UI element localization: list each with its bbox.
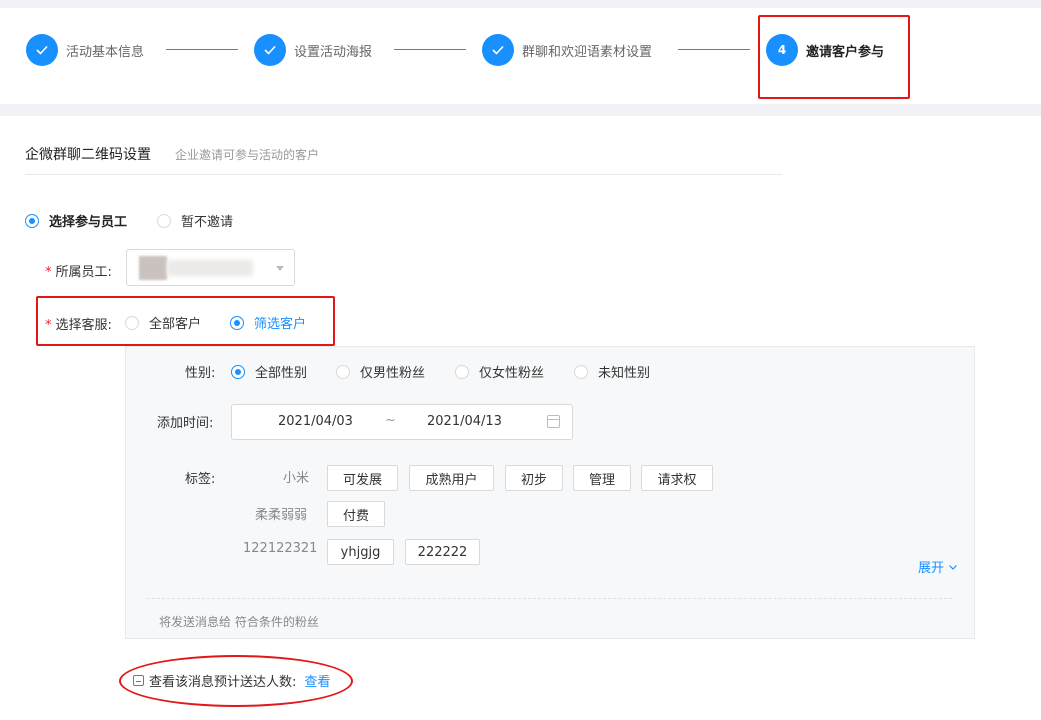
tag-item[interactable]: 可发展 (327, 465, 398, 491)
step-basic-info[interactable]: 活动基本信息 (26, 33, 144, 67)
section-subtitle: 企业邀请可参与活动的客户 (175, 148, 320, 162)
tag-item[interactable]: 付费 (327, 501, 385, 527)
staff-label-text: 所属员工: (55, 265, 112, 280)
highlight-box (36, 296, 335, 346)
add-time-label: 添加时间: (157, 416, 214, 431)
staff-name-blurred (167, 260, 253, 276)
radio-label: 全部性别 (255, 366, 308, 381)
radio-label: 暂不邀请 (181, 215, 234, 230)
tag-group-label: 小米 (283, 471, 310, 486)
gender-label: 性别: (185, 366, 216, 381)
divider (147, 598, 952, 599)
step-poster[interactable]: 设置活动海报 (254, 33, 372, 67)
section-title: 企微群聊二维码设置 (25, 147, 151, 163)
step-connector (166, 49, 238, 50)
tag-group-label: 柔柔弱弱 (255, 508, 308, 523)
radio-label: 未知性别 (598, 366, 651, 381)
expand-label: 展开 (918, 561, 945, 576)
radio-checked-icon (25, 213, 39, 228)
radio-checked-icon (231, 364, 245, 379)
staff-select[interactable] (126, 249, 295, 286)
step-label: 设置活动海报 (294, 44, 373, 60)
recipient-note: 将发送消息给 符合条件的粉丝 (159, 615, 319, 629)
highlight-box (758, 15, 910, 99)
date-range-picker[interactable]: 2021/04/03 ~ 2021/04/13 (231, 404, 573, 440)
radio-unchecked-icon (336, 364, 350, 379)
divider (25, 174, 782, 175)
filter-panel (125, 346, 975, 639)
check-icon (26, 34, 58, 66)
radio-gender-unknown[interactable]: 未知性别 (574, 362, 650, 381)
tag-item[interactable]: 请求权 (641, 465, 713, 491)
step-group-welcome[interactable]: 群聊和欢迎语素材设置 (482, 33, 652, 67)
radio-select-staff[interactable]: 选择参与员工 (25, 211, 127, 230)
tag-group-label: 122122321 (243, 541, 318, 556)
radio-unchecked-icon (157, 213, 171, 228)
calendar-icon (547, 415, 560, 428)
tag-item[interactable]: 222222 (405, 539, 480, 565)
chevron-down-icon (949, 564, 957, 570)
avatar (139, 256, 167, 280)
tag-item[interactable]: 成熟用户 (409, 465, 494, 491)
check-icon (254, 34, 286, 66)
tag-item[interactable]: 初步 (505, 465, 563, 491)
radio-gender-male[interactable]: 仅男性粉丝 (336, 362, 425, 381)
date-separator: ~ (385, 413, 396, 428)
date-start: 2021/04/03 (278, 414, 353, 429)
expand-link[interactable]: 展开 (918, 557, 958, 576)
radio-unchecked-icon (455, 364, 469, 379)
date-end: 2021/04/13 (427, 414, 502, 429)
radio-label: 仅女性粉丝 (479, 366, 545, 381)
step-label: 群聊和欢迎语素材设置 (522, 44, 653, 60)
step-connector (678, 49, 750, 50)
tags-label: 标签: (185, 472, 216, 487)
check-icon (482, 34, 514, 66)
highlight-ellipse (119, 655, 353, 707)
radio-label: 选择参与员工 (49, 215, 128, 230)
tag-item[interactable]: yhjgjg (327, 539, 394, 565)
radio-label: 仅男性粉丝 (360, 366, 426, 381)
staff-label: * 所属员工: (45, 261, 112, 280)
required-mark: * (45, 265, 52, 280)
step-connector (394, 49, 466, 50)
radio-gender-all[interactable]: 全部性别 (231, 362, 307, 381)
radio-no-invite[interactable]: 暂不邀请 (157, 211, 233, 230)
caret-down-icon (276, 266, 284, 271)
radio-gender-female[interactable]: 仅女性粉丝 (455, 362, 544, 381)
tag-item[interactable]: 管理 (573, 465, 631, 491)
radio-unchecked-icon (574, 364, 588, 379)
step-label: 活动基本信息 (66, 44, 145, 60)
